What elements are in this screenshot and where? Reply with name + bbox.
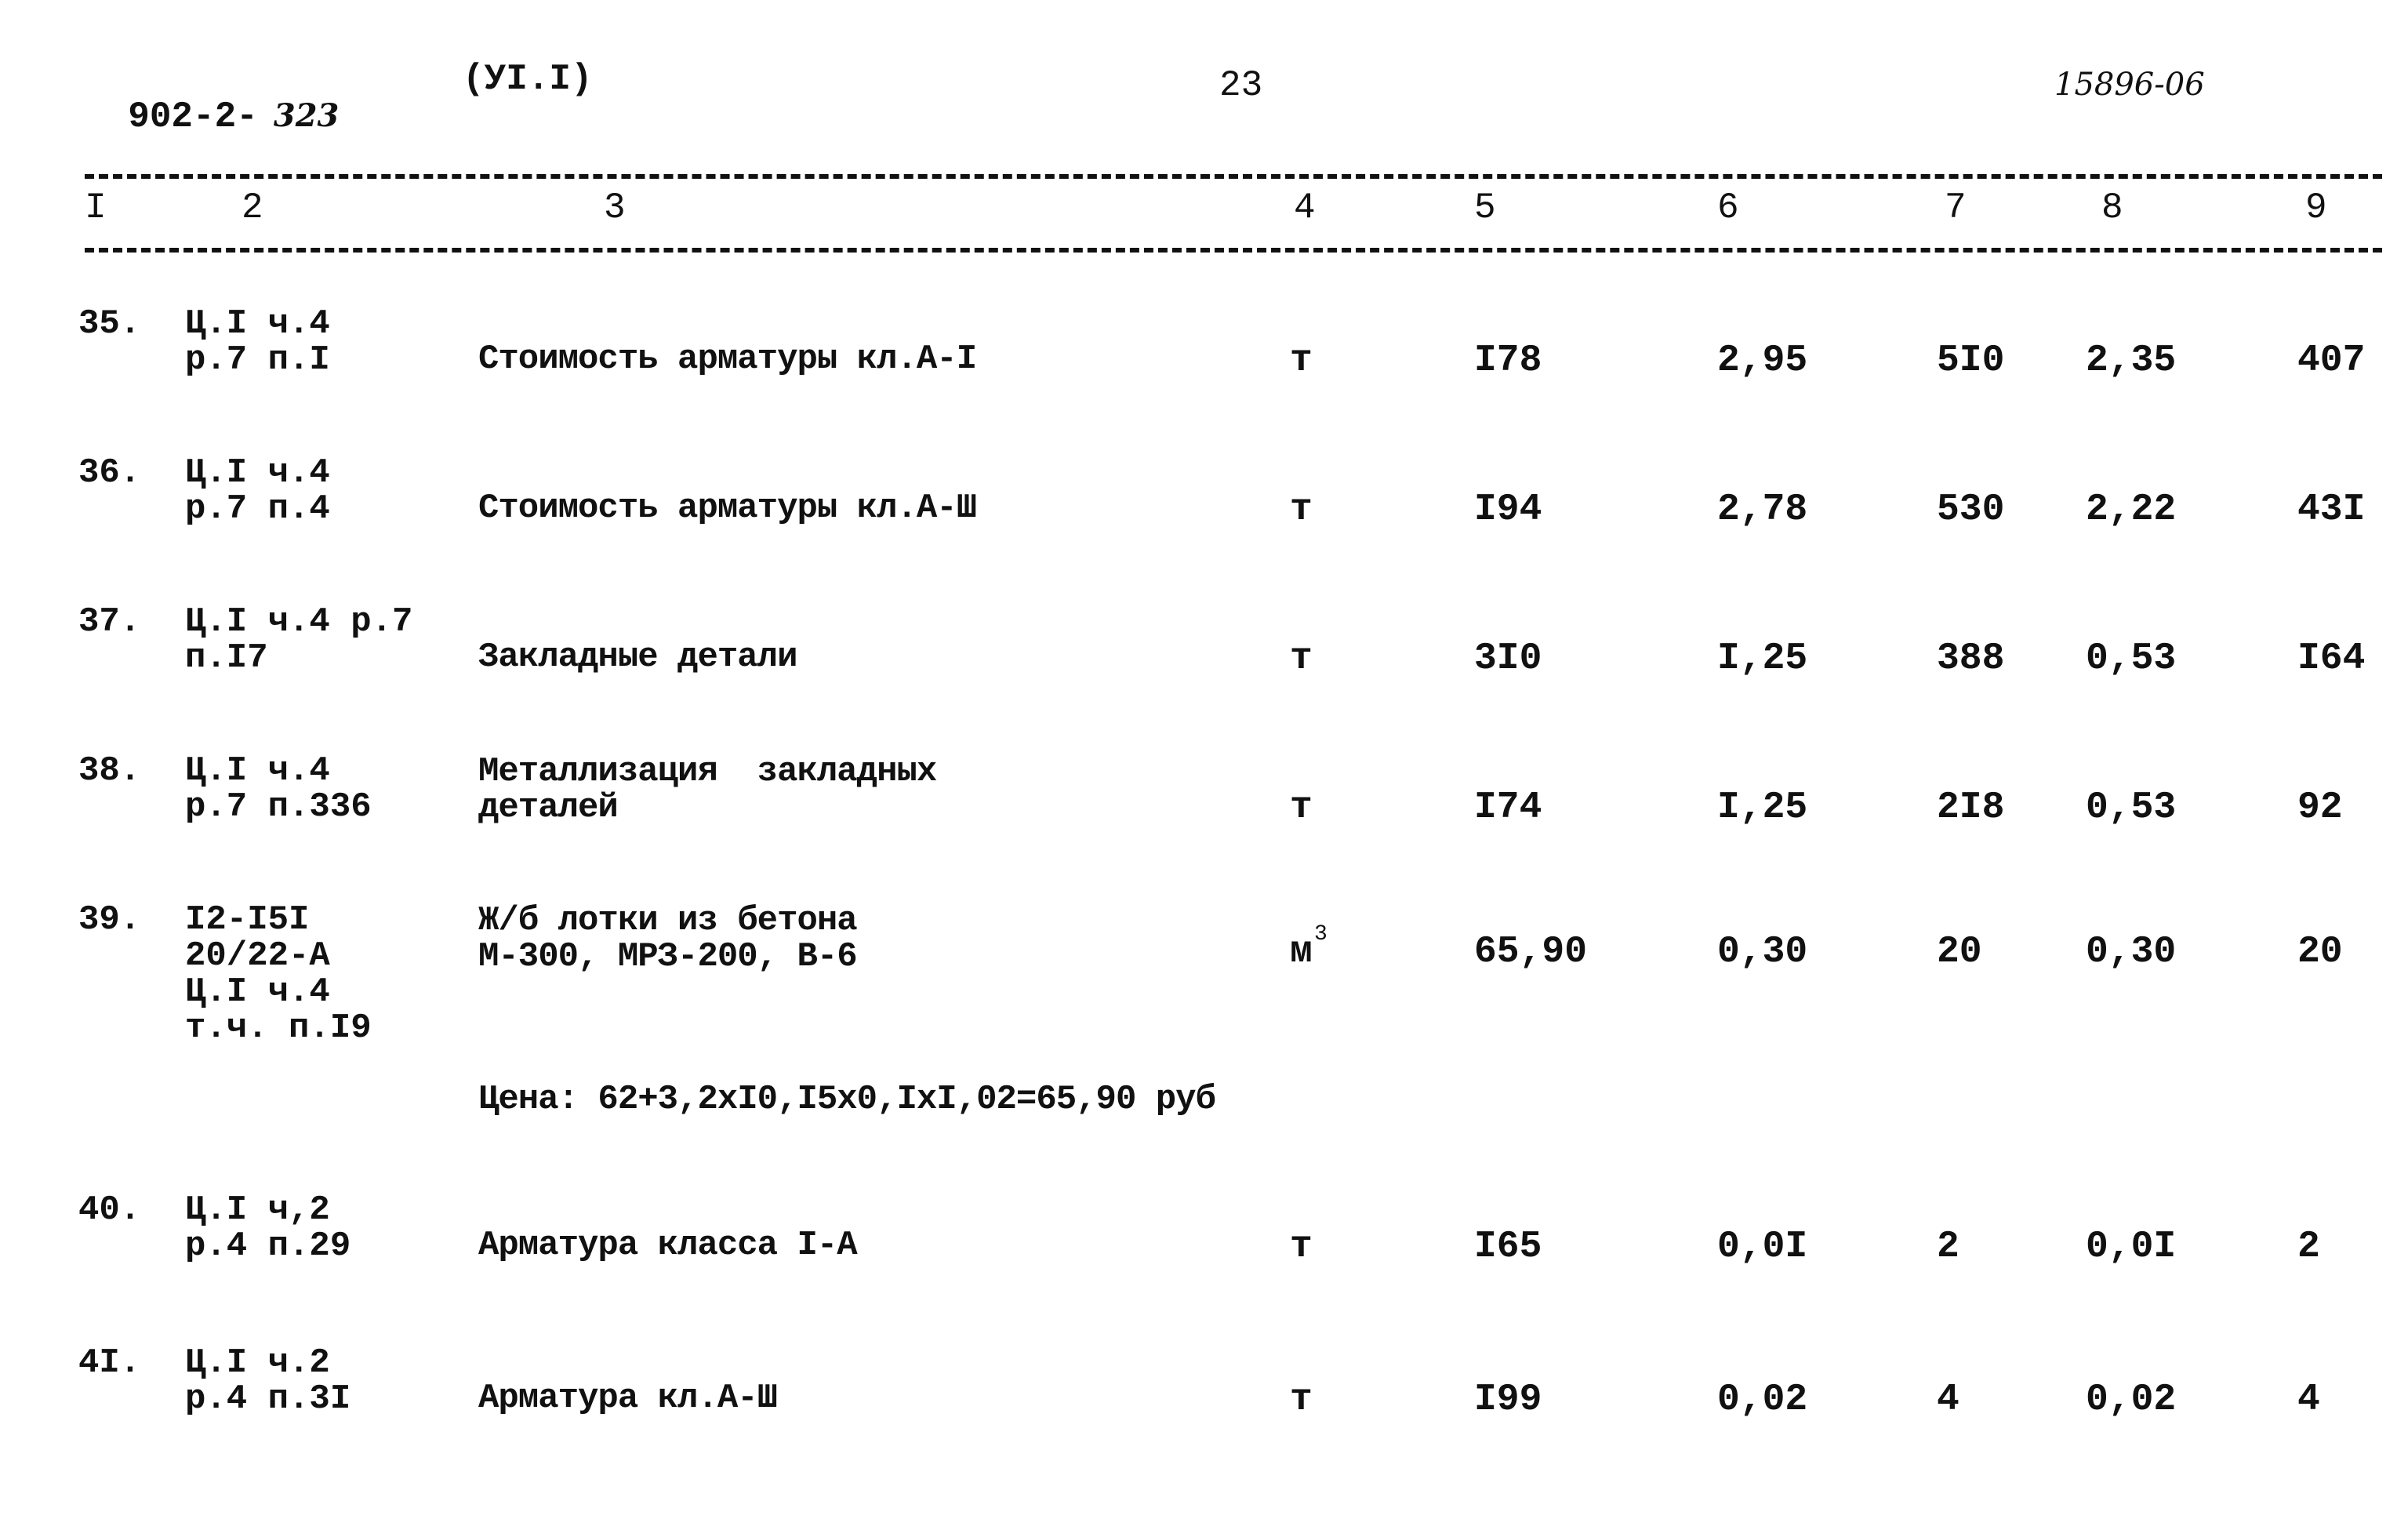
unit-price: I74	[1474, 787, 1542, 829]
unit-of-measure: т	[1290, 340, 1313, 382]
unit-price: I78	[1474, 340, 1542, 382]
cost-a: 2	[1937, 1226, 1959, 1268]
description-line: М-300, МРЗ-200, В-6	[478, 937, 858, 976]
unit-of-measure: т	[1290, 638, 1313, 680]
quantity-b: 0,30	[2086, 931, 2177, 973]
description-line: Стоимость арматуры кл.А-I	[478, 340, 977, 379]
cost-b: 92	[2297, 787, 2343, 829]
cost-b: I64	[2297, 638, 2366, 680]
reference-line: Ц.I ч.4	[185, 453, 330, 492]
header-bottom-rule	[85, 248, 2382, 253]
quantity-a: 0,0I	[1717, 1226, 1808, 1268]
reference-line: р.7 п.4	[185, 489, 330, 529]
page-number: 23	[1219, 65, 1263, 106]
quantity-a: 2,95	[1717, 340, 1808, 382]
document-code-handwritten: 323	[273, 97, 340, 134]
album-label: (УI.I)	[463, 59, 593, 100]
column-number: 7	[1945, 187, 1967, 228]
row-number: 35.	[78, 304, 141, 343]
quantity-b: 0,02	[2086, 1379, 2177, 1421]
quantity-b: 2,22	[2086, 489, 2177, 531]
description-line: Закладные детали	[478, 638, 797, 677]
column-number: 2	[242, 187, 263, 228]
quantity-a: I,25	[1717, 787, 1808, 829]
row-number: 40.	[78, 1190, 141, 1230]
reference-line: Ц.I ч.4	[185, 972, 330, 1012]
quantity-a: I,25	[1717, 638, 1808, 680]
unit-of-measure: м	[1290, 931, 1313, 973]
reference-line: Ц.I ч.2	[185, 1343, 330, 1383]
unit-of-measure: т	[1290, 1226, 1313, 1268]
description-line: деталей	[478, 788, 619, 827]
header-top-rule	[85, 174, 2382, 179]
row-number: 39.	[78, 900, 141, 939]
price-calculation-note: Цена: 62+3,2хI0,I5х0,IхI,02=65,90 руб	[478, 1080, 1216, 1119]
unit-price: I65	[1474, 1226, 1542, 1268]
description-line: Ж/б лотки из бетона	[478, 901, 858, 940]
column-number: 6	[1717, 187, 1739, 228]
quantity-b: 0,53	[2086, 787, 2177, 829]
column-number: 5	[1474, 187, 1496, 228]
reference-line: р.4 п.3I	[185, 1379, 351, 1419]
reference-line: Ц.I ч.4 р.7	[185, 602, 413, 641]
column-number: 4	[1294, 187, 1316, 228]
inventory-number: 15896-06	[2054, 67, 2205, 103]
document-code: 902-2- 323	[85, 63, 339, 135]
row-number: 36.	[78, 453, 141, 492]
reference-line: п.I7	[185, 638, 268, 678]
unit-of-measure: т	[1290, 787, 1313, 829]
reference-line: р.4 п.29	[185, 1226, 351, 1266]
reference-line: т.ч. п.I9	[185, 1008, 372, 1048]
unit-exponent: 3	[1314, 922, 1327, 947]
unit-of-measure: т	[1290, 489, 1313, 531]
cost-a: 20	[1937, 931, 1982, 973]
cost-a: 2I8	[1937, 787, 2005, 829]
row-number: 37.	[78, 602, 141, 641]
reference-line: р.7 п.336	[185, 787, 372, 827]
row-number: 38.	[78, 751, 141, 790]
reference-line: 20/22-А	[185, 936, 330, 976]
unit-price: I94	[1474, 489, 1542, 531]
reference-line: Ц.I ч,2	[185, 1190, 330, 1230]
cost-b: 2	[2297, 1226, 2320, 1268]
description-line: Арматура класса I-А	[478, 1226, 858, 1265]
document-code-typed: 902-2-	[128, 96, 258, 137]
cost-b: 407	[2297, 340, 2366, 382]
description-line: Стоимость арматуры кл.А-Ш	[478, 489, 977, 528]
cost-a: 530	[1937, 489, 2005, 531]
cost-a: 5I0	[1937, 340, 2005, 382]
quantity-a: 0,02	[1717, 1379, 1808, 1421]
reference-line: р.7 п.I	[185, 340, 330, 380]
column-number: 8	[2101, 187, 2123, 228]
cost-b: 43I	[2297, 489, 2366, 531]
unit-of-measure: т	[1290, 1379, 1313, 1421]
cost-b: 20	[2297, 931, 2343, 973]
row-number: 4I.	[78, 1343, 141, 1383]
cost-a: 4	[1937, 1379, 1959, 1421]
description-line: Арматура кл.А-Ш	[478, 1379, 778, 1418]
quantity-a: 0,30	[1717, 931, 1808, 973]
cost-b: 4	[2297, 1379, 2320, 1421]
cost-a: 388	[1937, 638, 2005, 680]
quantity-b: 0,0I	[2086, 1226, 2177, 1268]
quantity-b: 0,53	[2086, 638, 2177, 680]
column-number: 9	[2305, 187, 2327, 228]
quantity-a: 2,78	[1717, 489, 1808, 531]
reference-line: Ц.I ч.4	[185, 751, 330, 790]
unit-price: I99	[1474, 1379, 1542, 1421]
column-number: 3	[604, 187, 626, 228]
reference-line: Ц.I ч.4	[185, 304, 330, 343]
description-line: Металлизация закладных	[478, 752, 937, 791]
reference-line: I2-I5I	[185, 900, 310, 939]
unit-price: 3I0	[1474, 638, 1542, 680]
column-number: I	[85, 187, 107, 228]
quantity-b: 2,35	[2086, 340, 2177, 382]
unit-price: 65,90	[1474, 931, 1588, 973]
